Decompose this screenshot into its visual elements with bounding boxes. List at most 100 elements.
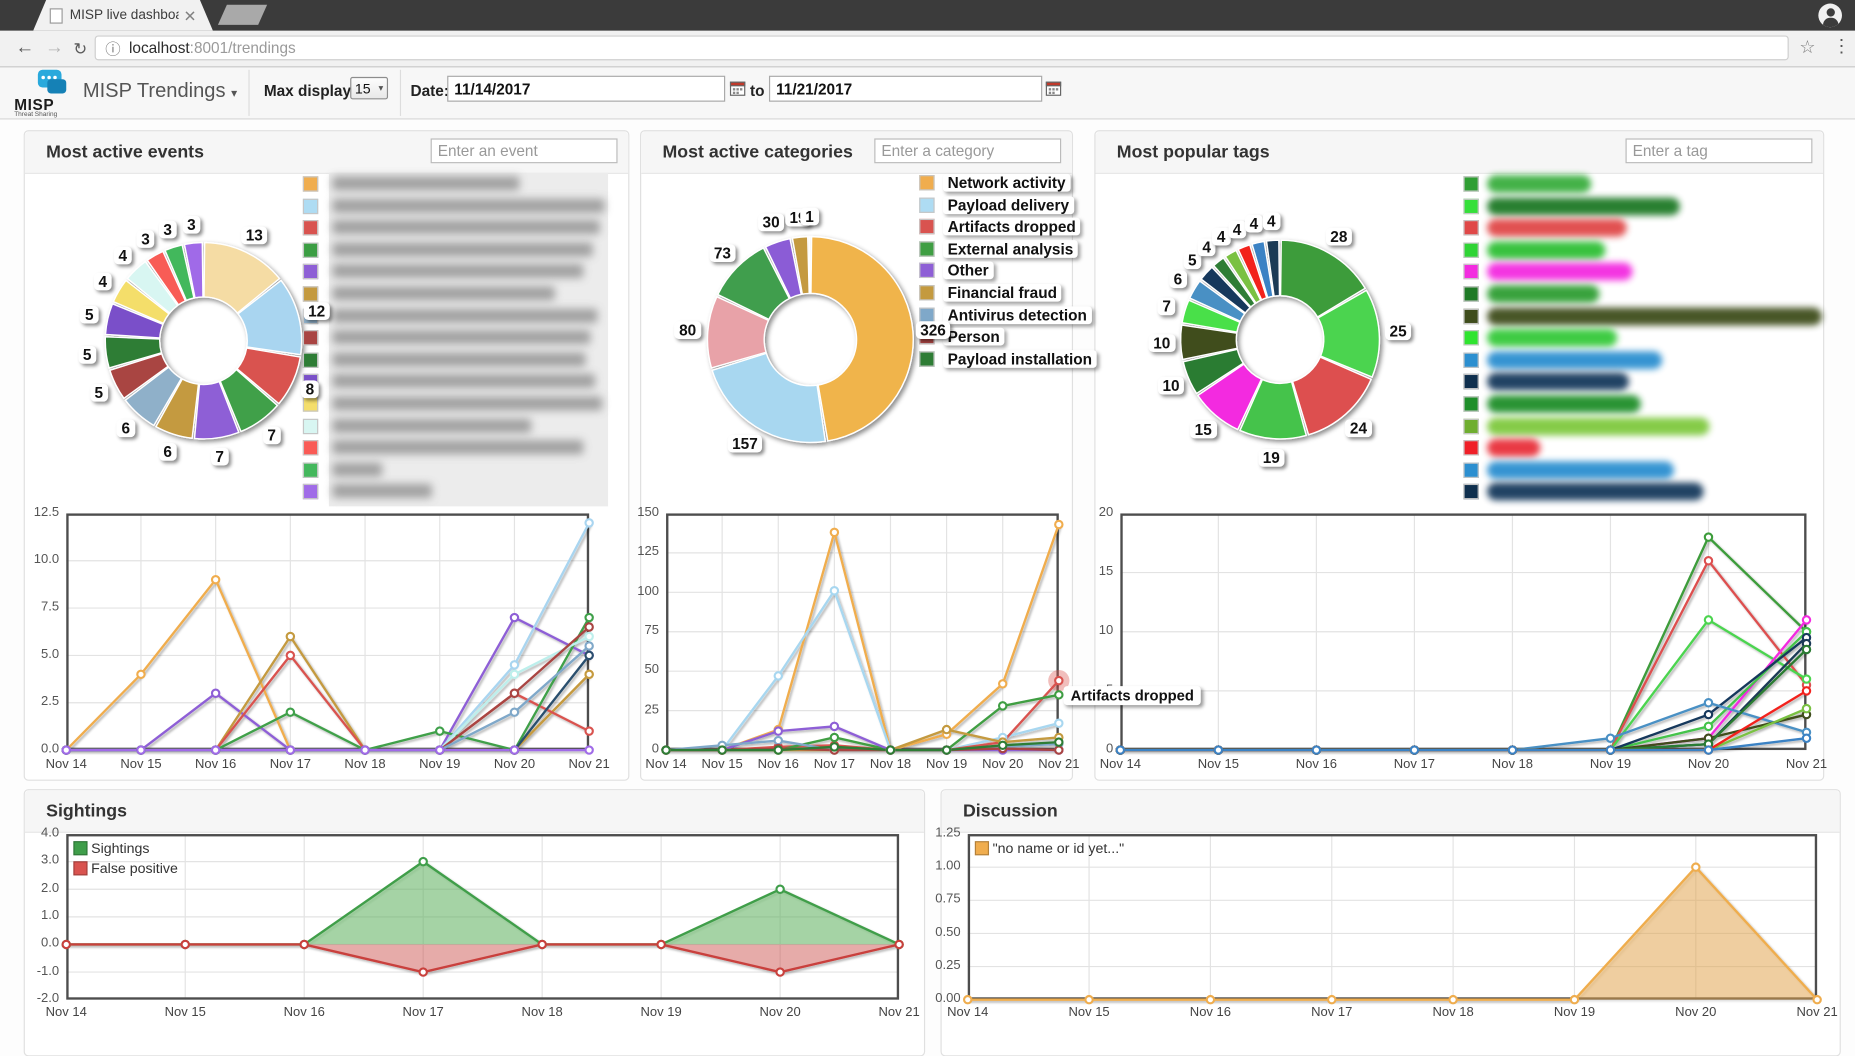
category-legend-swatch — [919, 263, 934, 278]
discussion-line-ytick: 0.25 — [920, 958, 960, 972]
tags-panel-header: Most popular tags — [1095, 131, 1823, 174]
tags-line-xlabel: Nov 18 — [1492, 757, 1533, 771]
categories-line-series — [666, 591, 1059, 750]
discussion-line-xlabel: Nov 17 — [1311, 1006, 1352, 1020]
categories-line-ytick: 50 — [619, 663, 659, 677]
tag-legend-swatch — [1463, 220, 1478, 235]
tags-donut-value-label: 28 — [1326, 228, 1353, 246]
events-line-ytick: 7.5 — [19, 600, 59, 614]
tags-line-series — [1120, 644, 1806, 750]
categories-donut-value-label: 73 — [709, 245, 736, 263]
discussion-line-legend-label: "no name or id yet..." — [993, 840, 1125, 857]
sightings-line-xlabel: Nov 15 — [165, 1006, 206, 1020]
avatar-body — [1822, 18, 1837, 27]
tags-donut — [1171, 231, 1389, 449]
url-host: localhost — [129, 39, 190, 57]
event-legend-redacted-name — [332, 440, 583, 454]
date-label: Date: — [411, 82, 449, 100]
event-legend-swatch — [303, 352, 318, 367]
events-donut-value-label: 5 — [78, 346, 96, 364]
sightings-panel-header: Sightings — [25, 790, 924, 833]
discussion-line-ytick: 0.50 — [920, 925, 960, 939]
events-donut-value-label: 7 — [211, 448, 229, 466]
sightings-line-ytick: 3.0 — [19, 853, 59, 867]
events-line-ytick: 0.0 — [19, 742, 59, 756]
calendar-icon[interactable] — [1046, 80, 1061, 95]
browser-toolbar: ← → ↻ ⓘ localhost:8001/trendings ☆ ⋮ — [0, 31, 1855, 68]
tags-donut-value-label: 4 — [1228, 220, 1246, 238]
categories-donut-value-label: 30 — [758, 214, 785, 232]
categories-line-ytick: 0 — [619, 742, 659, 756]
sightings-line-ytick: -1.0 — [19, 964, 59, 978]
date-to-input[interactable] — [769, 76, 1042, 102]
sightings-line-legend-label: False positive — [91, 860, 178, 877]
tags-line-ytick: 20 — [1073, 505, 1113, 519]
date-from-input[interactable] — [447, 76, 725, 102]
event-legend-redacted-name — [332, 176, 519, 190]
event-legend-swatch — [303, 462, 318, 477]
tag-legend-redacted-pill — [1487, 197, 1680, 215]
misp-logo[interactable]: MISP Threat Sharing — [14, 70, 71, 117]
tags-line-xlabel: Nov 20 — [1688, 757, 1729, 771]
browser-menu-icon[interactable]: ⋮ — [1833, 35, 1851, 56]
tags-donut-value-label: 10 — [1148, 334, 1175, 352]
events-line-xlabel: Nov 19 — [419, 757, 460, 771]
back-button[interactable]: ← — [15, 35, 34, 61]
tab-close-icon[interactable]: ✕ — [183, 8, 196, 23]
sightings-line-xlabel: Nov 20 — [760, 1006, 801, 1020]
url-bar[interactable]: ⓘ localhost:8001/trendings — [95, 35, 1789, 60]
sightings-line-legend-item: False positive — [73, 860, 178, 877]
category-search-input[interactable] — [874, 138, 1061, 163]
events-line-ytick: 5.0 — [19, 647, 59, 661]
sightings-line-xlabel: Nov 19 — [641, 1006, 682, 1020]
sightings-line-ytick: 4.0 — [19, 826, 59, 840]
sightings-line — [66, 834, 899, 1000]
forward-button[interactable]: → — [45, 35, 64, 61]
trendings-menu[interactable]: MISP Trendings ▾ — [83, 79, 237, 103]
event-legend-redacted-name — [332, 352, 585, 366]
tag-legend-swatch — [1463, 308, 1478, 323]
category-legend-swatch — [919, 175, 934, 190]
events-donut-value-label: 8 — [301, 381, 319, 399]
browser-tab[interactable]: MISP live dashboard ✕ — [33, 0, 213, 31]
bookmark-star-icon[interactable]: ☆ — [1799, 37, 1815, 58]
tag-legend-swatch — [1463, 264, 1478, 279]
event-legend-redacted-name — [332, 286, 554, 300]
events-donut-value-label: 6 — [117, 419, 135, 437]
max-display-value: 15 — [355, 80, 371, 97]
tag-legend-redacted-pill — [1487, 241, 1605, 259]
events-line — [66, 513, 589, 750]
event-legend-swatch — [303, 418, 318, 433]
discussion-line — [968, 834, 1817, 1000]
event-legend-redacted-name — [332, 220, 599, 234]
categories-line-xlabel: Nov 15 — [702, 757, 743, 771]
misp-logo-bubble2-icon — [47, 79, 66, 93]
event-legend-swatch — [303, 220, 318, 235]
tag-legend-redacted-pill — [1487, 461, 1674, 479]
discussion-line-ytick: 0.00 — [920, 991, 960, 1005]
page-icon — [50, 8, 63, 23]
categories-panel-title: Most active categories — [663, 142, 853, 162]
tag-search-input[interactable] — [1625, 138, 1812, 163]
events-line-xlabel: Nov 21 — [569, 757, 610, 771]
info-icon[interactable]: ⓘ — [105, 37, 120, 59]
tags-line-series — [1120, 638, 1806, 750]
event-legend-redacted-name — [332, 198, 604, 212]
max-display-select[interactable]: 15▾ — [350, 77, 388, 99]
reload-button[interactable]: ↻ — [73, 35, 87, 61]
tag-legend-redacted-pill — [1487, 329, 1617, 347]
tag-legend-redacted-pill — [1487, 417, 1709, 435]
profile-avatar-icon[interactable] — [1818, 4, 1842, 28]
calendar-icon[interactable] — [730, 80, 745, 95]
category-legend-label: Artifacts dropped — [943, 218, 1081, 236]
events-donut-value-label: 6 — [159, 443, 177, 461]
categories-line-xlabel: Nov 16 — [758, 757, 799, 771]
categories-donut-value-label: 1 — [801, 208, 819, 226]
events-panel-title: Most active events — [46, 142, 204, 162]
event-search-input[interactable] — [431, 138, 618, 163]
events-donut-value-label: 3 — [159, 220, 177, 238]
event-legend-swatch — [303, 396, 318, 411]
avatar-head — [1826, 8, 1834, 16]
browser-tab-strip: MISP live dashboard ✕ — [0, 0, 1855, 31]
tag-legend-redacted-pill — [1487, 395, 1641, 413]
